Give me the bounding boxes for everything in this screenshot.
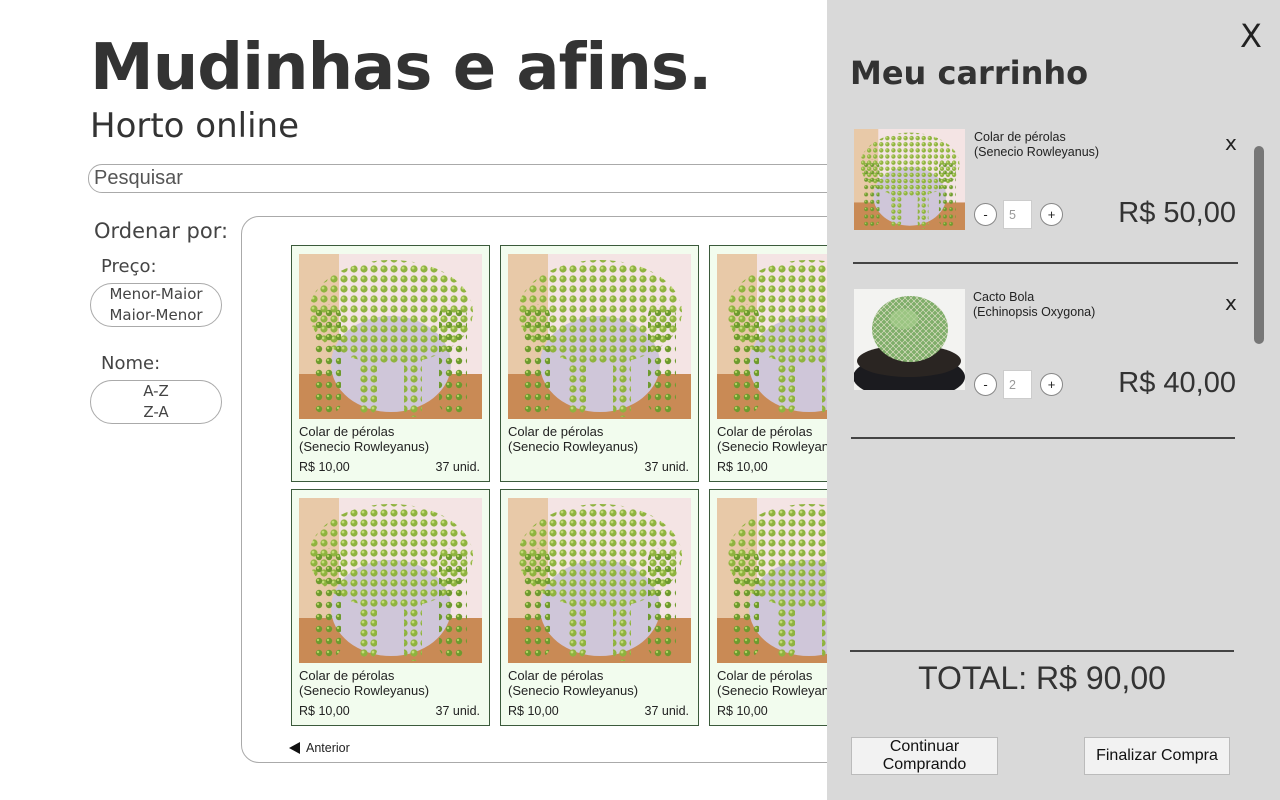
cart-item-price: R$ 40,00 [1118, 367, 1236, 399]
search-input[interactable] [88, 164, 848, 193]
product-stock: 37 unid. [644, 704, 689, 718]
chevron-left-icon [289, 742, 300, 754]
product-stock: 37 unid. [644, 460, 689, 474]
continue-shopping-button[interactable]: Continuar Comprando [851, 737, 998, 775]
product-image [299, 498, 482, 663]
sort-price-asc-option[interactable]: Menor-Maior [109, 284, 202, 305]
cart-total: TOTAL: R$ 90,00 [918, 660, 1166, 696]
product-stock: 37 unid. [435, 460, 480, 474]
quantity-input[interactable] [1003, 200, 1032, 229]
plant-image [508, 498, 691, 663]
close-icon[interactable]: X [1240, 20, 1262, 52]
product-price: R$ 10,00 [717, 460, 768, 474]
plant-image [299, 498, 482, 663]
cart-item: Colar de pérolas (Senecio Rowleyanus) x … [850, 129, 1240, 239]
product-price: R$ 10,00 [717, 704, 768, 718]
product-card[interactable]: Colar de pérolas (Senecio Rowleyanus) 37… [500, 245, 699, 482]
product-card[interactable]: Colar de pérolas (Senecio Rowleyanus) R$… [291, 489, 490, 726]
quantity-increase-button[interactable]: + [1040, 373, 1063, 396]
product-name: Colar de pérolas (Senecio Rowleyanus) [299, 668, 430, 698]
product-card[interactable]: Colar de pérolas (Senecio Rowleyanus) R$… [500, 489, 699, 726]
product-name: Colar de pérolas (Senecio Rowleyanus) [508, 668, 639, 698]
cart-item-remove-button[interactable]: x [1225, 133, 1237, 153]
divider [850, 650, 1234, 652]
sort-name-label: Nome: [101, 353, 161, 374]
quantity-increase-button[interactable]: + [1040, 203, 1063, 226]
plant-image [508, 254, 691, 419]
sort-price-options: Menor-Maior Maior-Menor [90, 283, 222, 327]
checkout-button[interactable]: Finalizar Compra [1084, 737, 1230, 775]
plant-image [299, 254, 482, 419]
cart-title: Meu carrinho [850, 54, 1089, 92]
sort-name-za-option[interactable]: Z-A [143, 402, 168, 423]
sort-title: Ordenar por: [94, 219, 229, 243]
product-price: R$ 10,00 [299, 704, 350, 718]
cart-item-name: Colar de pérolas (Senecio Rowleyanus) [974, 130, 1100, 159]
divider [851, 437, 1235, 439]
product-stock: 37 unid. [435, 704, 480, 718]
product-card[interactable]: Colar de pérolas (Senecio Rowleyanus) R$… [291, 245, 490, 482]
cart-item-remove-button[interactable]: x [1225, 293, 1237, 313]
cart-item-image [854, 289, 965, 390]
pagination-prev-button[interactable]: Anterior [289, 741, 350, 755]
product-image [508, 254, 691, 419]
cart-scrollbar[interactable] [1254, 146, 1264, 344]
site-title: Mudinhas e afins. [90, 31, 712, 105]
quantity-decrease-button[interactable]: - [974, 203, 997, 226]
sort-name-az-option[interactable]: A-Z [143, 381, 169, 402]
product-name: Colar de pérolas (Senecio Rowleyanus) [508, 424, 639, 454]
quantity-decrease-button[interactable]: - [974, 373, 997, 396]
cart-item: Cacto Bola (Echinopsis Oxygona) x - + R$… [850, 289, 1240, 401]
product-image [299, 254, 482, 419]
site-subtitle: Horto online [90, 106, 299, 146]
sort-name-options: A-Z Z-A [90, 380, 222, 424]
pagination-prev-label: Anterior [306, 741, 350, 755]
plant-image [854, 289, 965, 390]
sort-price-desc-option[interactable]: Maior-Menor [109, 305, 202, 326]
product-price: R$ 10,00 [299, 460, 350, 474]
product-price: R$ 10,00 [508, 704, 559, 718]
divider [853, 262, 1238, 264]
product-grid: Colar de pérolas (Senecio Rowleyanus) R$… [291, 245, 908, 727]
cart-item-name: Cacto Bola (Echinopsis Oxygona) [973, 290, 1096, 319]
plant-image [854, 129, 965, 230]
cart-item-image [854, 129, 965, 230]
cart-item-price: R$ 50,00 [1118, 197, 1236, 229]
quantity-input[interactable] [1003, 370, 1032, 399]
product-name: Colar de pérolas (Senecio Rowleyanus) [299, 424, 430, 454]
product-image [508, 498, 691, 663]
sort-price-label: Preço: [101, 256, 157, 277]
